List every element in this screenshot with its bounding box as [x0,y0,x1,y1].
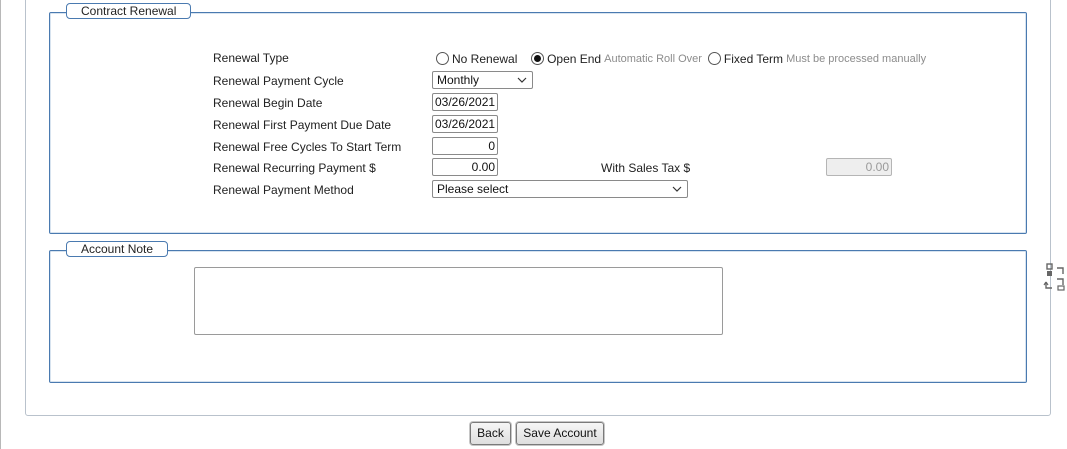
sales-tax-input: 0.00 [826,158,892,176]
recurring-payment-label: Renewal Recurring Payment $ [213,161,376,175]
back-button[interactable]: Back [470,422,511,445]
contract-renewal-legend: Contract Renewal [66,3,192,19]
open-end-radio-label[interactable]: Open End [547,52,601,66]
recurring-payment-input[interactable]: 0.00 [432,158,498,176]
begin-date-label: Renewal Begin Date [213,96,323,110]
payment-cycle-value: Monthly [437,73,480,87]
fixed-term-radio[interactable] [707,52,721,66]
first-due-date-input[interactable]: 03/26/2021 [432,115,498,133]
payment-method-value: Please select [437,182,509,196]
account-note-textarea[interactable] [194,267,723,335]
flow-arrows-icon[interactable] [1043,262,1067,292]
account-note-legend: Account Note [66,241,169,257]
begin-date-input[interactable]: 03/26/2021 [432,93,498,111]
renewal-type-label: Renewal Type [213,51,289,65]
first-due-date-label: Renewal First Payment Due Date [213,118,392,132]
payment-method-label: Renewal Payment Method [213,183,354,197]
no-renewal-radio[interactable] [436,52,449,66]
open-end-hint: Automatic Roll Over [604,52,702,65]
sales-tax-label: With Sales Tax $ [601,161,691,175]
chevron-down-icon [517,77,527,83]
payment-method-select[interactable]: Please select [432,180,688,198]
renewal-type-radio-group: No Renewal Open End Automatic Roll Over Fi… [436,51,932,67]
page-left-border [0,0,1,449]
chevron-down-icon [672,186,682,192]
payment-cycle-select[interactable]: Monthly [432,71,533,89]
free-cycles-label: Renewal Free Cycles To Start Term [213,140,402,154]
save-account-button[interactable]: Save Account [516,422,604,445]
contract-renewal-fieldset [49,12,1027,234]
free-cycles-input[interactable]: 0 [432,137,498,155]
fixed-term-hint: Must be processed manually [786,52,927,65]
open-end-radio[interactable] [531,52,545,66]
no-renewal-radio-label[interactable]: No Renewal [452,52,517,66]
payment-cycle-label: Renewal Payment Cycle [213,74,344,88]
fixed-term-radio-label[interactable]: Fixed Term [724,52,783,66]
